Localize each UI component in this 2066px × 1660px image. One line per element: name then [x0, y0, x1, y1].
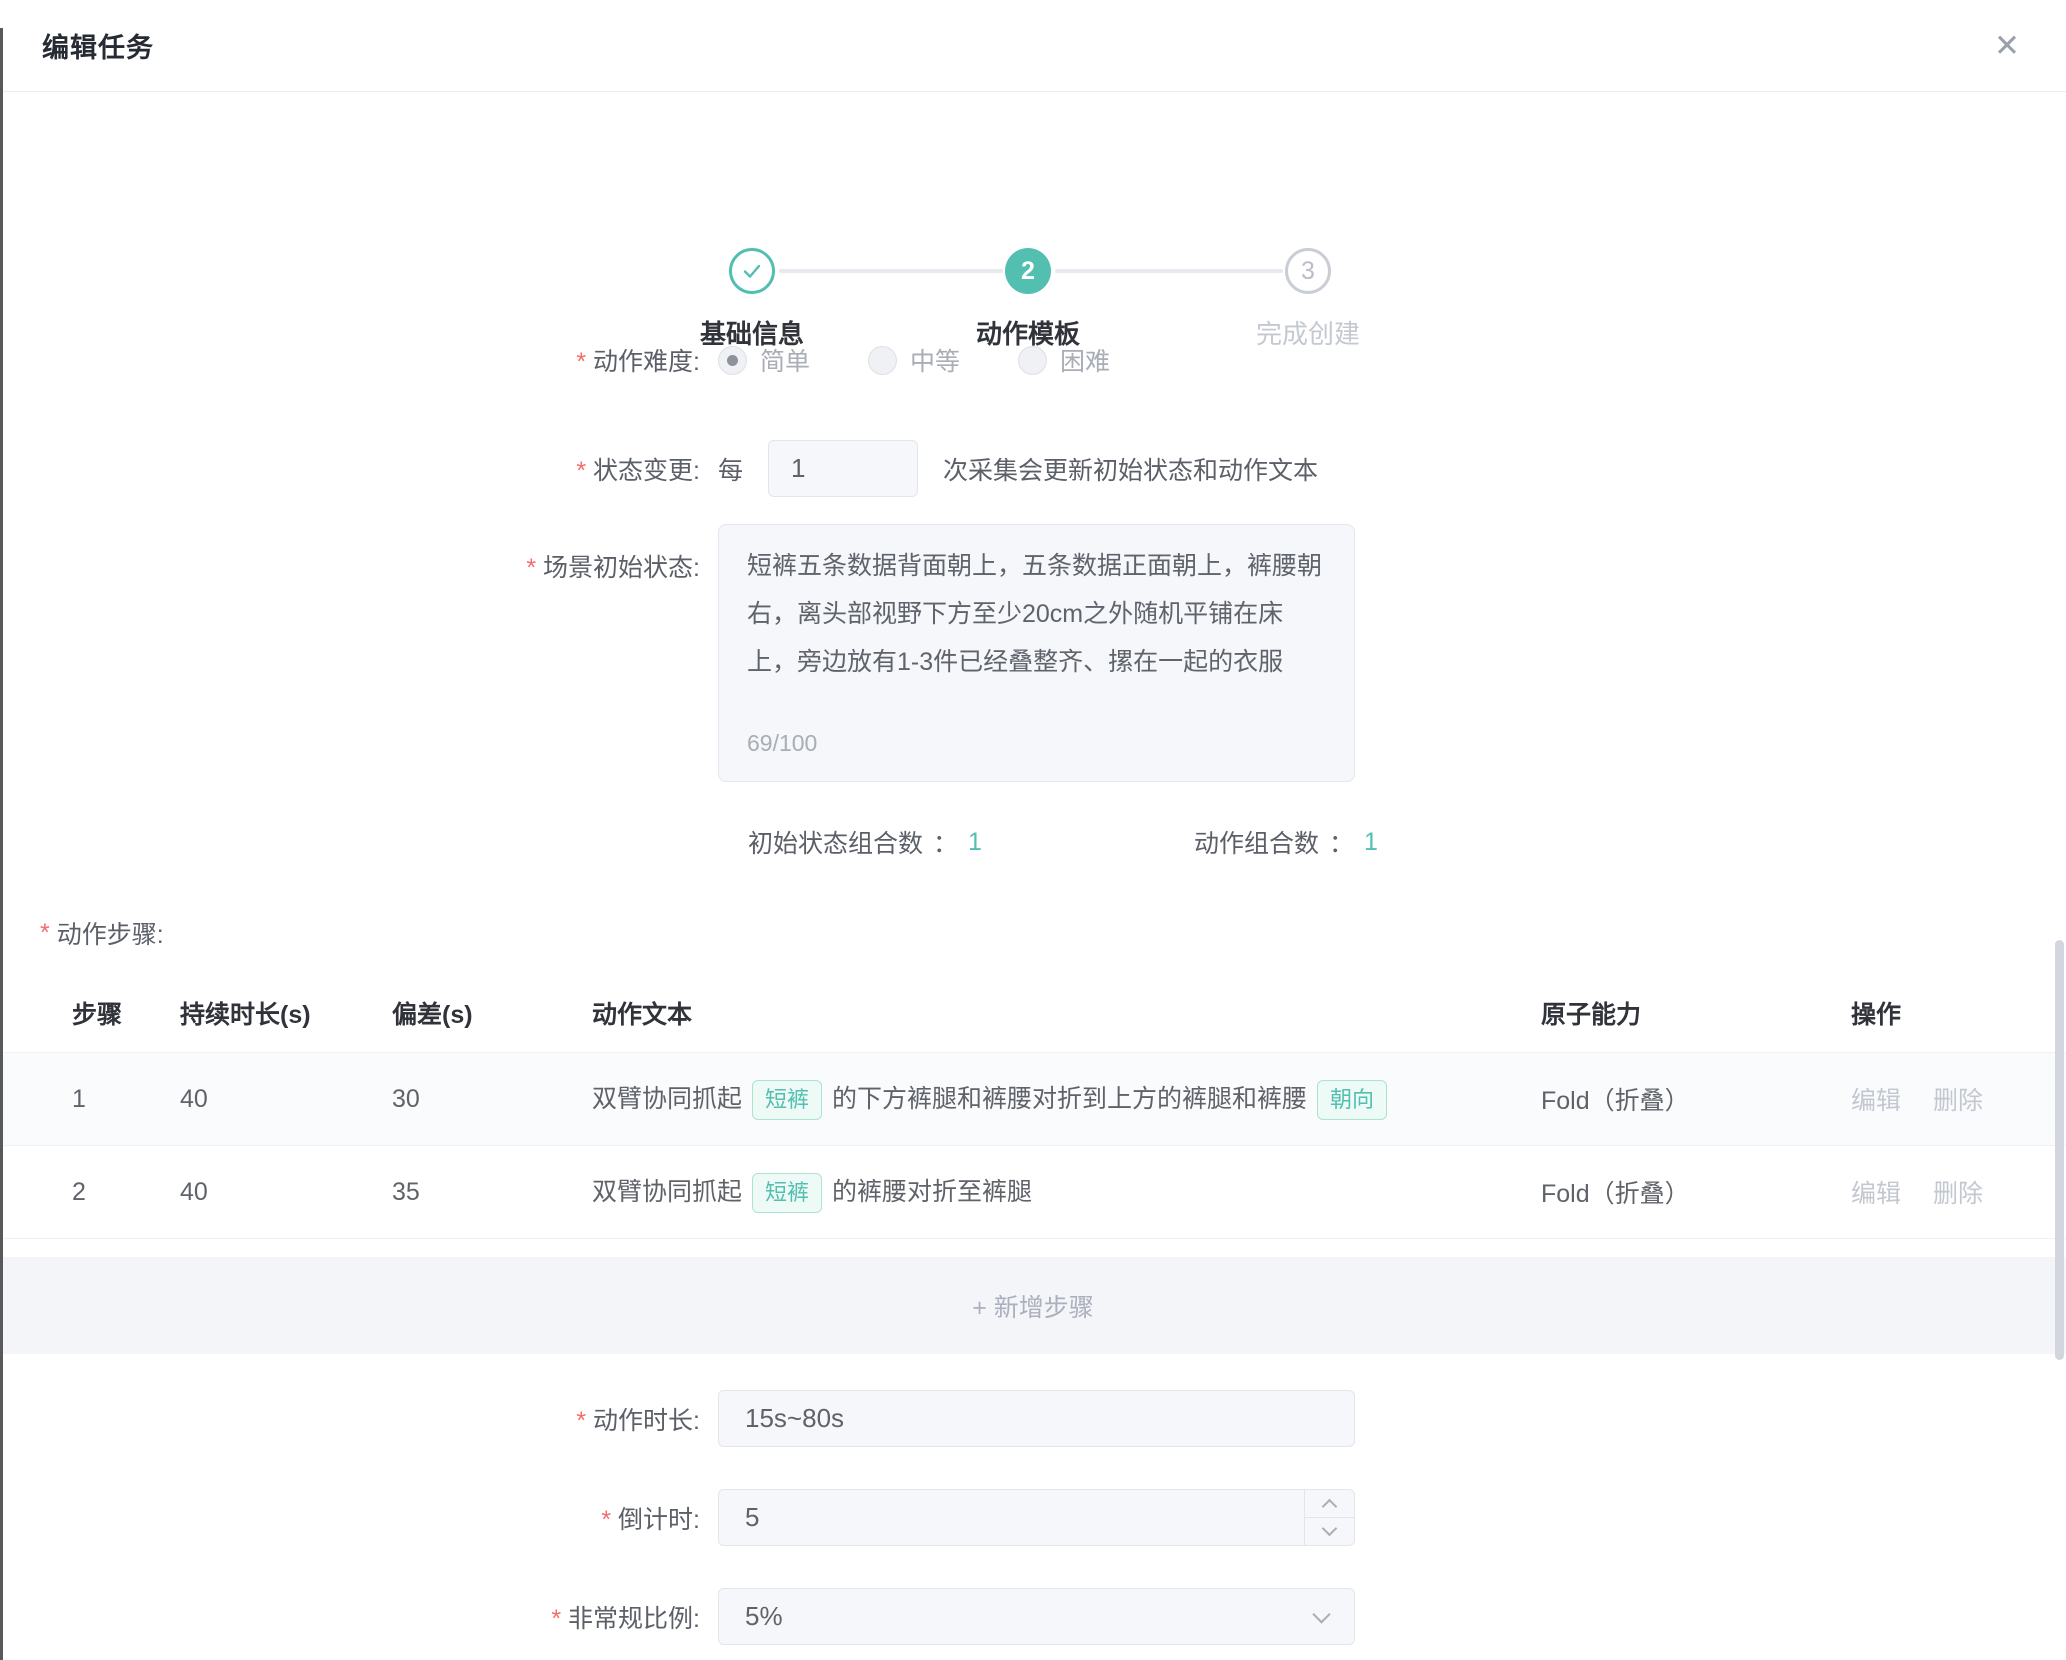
stepper: 2 3 基础信息 动作模板 完成创建: [0, 124, 2066, 264]
col-header-actions: 操作: [1851, 995, 2041, 1031]
decrement-button[interactable]: [1305, 1518, 1354, 1545]
cell-duration: 40: [180, 1178, 392, 1207]
stepper-line-1: [779, 269, 1003, 273]
required-asterisk: *: [526, 554, 536, 582]
initial-combo-value: 1: [968, 828, 982, 857]
action-steps-table: 步骤 持续时长(s) 偏差(s) 动作文本 原子能力 操作 1 40 30 双臂…: [0, 974, 2066, 1354]
state-change-suffix: 次采集会更新初始状态和动作文本: [943, 451, 1318, 487]
col-header-deviation: 偏差(s): [392, 995, 592, 1031]
initial-state-text: 短裤五条数据背面朝上，五条数据正面朝上，裤腰朝右，离头部视野下方至少20cm之外…: [747, 552, 1322, 676]
initial-combo-count: 初始状态组合数 ： 1: [748, 824, 982, 860]
initial-state-textarea[interactable]: 短裤五条数据背面朝上，五条数据正面朝上，裤腰朝右，离头部视野下方至少20cm之外…: [718, 524, 1355, 782]
step-2-indicator: 2: [1005, 248, 1051, 294]
step-label-basic-info: 基础信息: [652, 314, 852, 351]
cell-deviation: 30: [392, 1085, 592, 1114]
radio-icon: [868, 346, 897, 375]
duration-input[interactable]: 15s~80s: [718, 1390, 1355, 1447]
cell-ability: Fold（折叠）: [1541, 1174, 1851, 1210]
unusual-ratio-row: *非常规比例: 5%: [0, 1588, 2066, 1645]
cell-action-text: 双臂协同抓起短裤的下方裤腿和裤腰对折到上方的裤腿和裤腰朝向: [592, 1079, 1541, 1120]
dialog-header: 编辑任务 ✕: [0, 0, 2066, 92]
delete-link[interactable]: 删除: [1933, 1081, 1983, 1117]
required-asterisk: *: [576, 348, 586, 376]
char-counter: 69/100: [747, 719, 817, 767]
window-left-edge: [0, 28, 3, 1660]
countdown-input[interactable]: 5: [718, 1489, 1355, 1546]
state-change-label: *状态变更:: [0, 451, 700, 487]
step-label-action-template: 动作模板: [928, 314, 1128, 351]
close-icon[interactable]: ✕: [1994, 30, 2020, 61]
dialog-title: 编辑任务: [42, 26, 154, 65]
object-tag: 短裤: [752, 1080, 822, 1120]
duration-label: *动作时长:: [0, 1401, 700, 1437]
action-steps-section-label: *动作步骤:: [0, 916, 2066, 950]
cell-duration: 40: [180, 1085, 392, 1114]
col-header-step: 步骤: [72, 995, 180, 1031]
initial-state-label: *场景初始状态:: [0, 524, 700, 584]
cell-ability: Fold（折叠）: [1541, 1081, 1851, 1117]
cell-actions: 编辑 删除: [1851, 1174, 2041, 1210]
delete-link[interactable]: 删除: [1933, 1174, 1983, 1210]
state-change-input[interactable]: 1: [768, 440, 918, 497]
required-asterisk: *: [551, 1605, 561, 1633]
required-asterisk: *: [40, 919, 50, 948]
step-1-check-icon: [729, 248, 775, 294]
chevron-down-icon: [1312, 1605, 1330, 1623]
col-header-text: 动作文本: [592, 995, 1541, 1031]
action-combo-value: 1: [1364, 828, 1378, 857]
initial-state-row: *场景初始状态: 短裤五条数据背面朝上，五条数据正面朝上，裤腰朝右，离头部视野下…: [0, 524, 2066, 782]
required-asterisk: *: [576, 457, 586, 485]
cell-action-text: 双臂协同抓起短裤的裤腰对折至裤腿: [592, 1172, 1541, 1213]
chevron-up-icon: [1322, 1499, 1338, 1515]
edit-link[interactable]: 编辑: [1851, 1081, 1901, 1117]
step-3-indicator: 3: [1285, 248, 1331, 294]
table-row: 1 40 30 双臂协同抓起短裤的下方裤腿和裤腰对折到上方的裤腿和裤腰朝向 Fo…: [0, 1052, 2066, 1146]
required-asterisk: *: [601, 1506, 611, 1534]
object-tag: 短裤: [752, 1173, 822, 1213]
state-change-row: *状态变更: 每 1 次采集会更新初始状态和动作文本: [0, 440, 2066, 497]
combos-row: 初始状态组合数 ： 1 动作组合数 ： 1: [0, 826, 2066, 858]
table-header-row: 步骤 持续时长(s) 偏差(s) 动作文本 原子能力 操作: [0, 974, 2066, 1052]
increment-button[interactable]: [1305, 1490, 1354, 1518]
step-label-finish-create: 完成创建: [1208, 314, 1408, 351]
cell-step: 1: [72, 1085, 180, 1114]
col-header-duration: 持续时长(s): [180, 995, 392, 1031]
stepper-line-2: [1055, 269, 1283, 273]
cell-deviation: 35: [392, 1178, 592, 1207]
countdown-row: *倒计时: 5: [0, 1489, 2066, 1546]
table-row: 2 40 35 双臂协同抓起短裤的裤腰对折至裤腿 Fold（折叠） 编辑 删除: [0, 1146, 2066, 1239]
unusual-ratio-select[interactable]: 5%: [718, 1588, 1355, 1645]
duration-row: *动作时长: 15s~80s: [0, 1390, 2066, 1447]
orientation-tag: 朝向: [1317, 1080, 1387, 1120]
edit-link[interactable]: 编辑: [1851, 1174, 1901, 1210]
difficulty-label: *动作难度:: [0, 342, 700, 378]
chevron-down-icon: [1322, 1521, 1338, 1537]
unusual-ratio-label: *非常规比例:: [0, 1599, 700, 1635]
add-step-button[interactable]: + 新增步骤: [0, 1257, 2066, 1354]
state-change-prefix: 每: [718, 451, 743, 487]
number-stepper: [1304, 1490, 1354, 1545]
countdown-label: *倒计时:: [0, 1500, 700, 1536]
cell-step: 2: [72, 1178, 180, 1207]
edit-task-dialog: { "colors": { "accent": "#53bfb1", "requ…: [0, 0, 2066, 1660]
scrollbar-thumb[interactable]: [2055, 940, 2064, 1360]
action-combo-count: 动作组合数 ： 1: [1194, 824, 1378, 860]
col-header-ability: 原子能力: [1541, 995, 1851, 1031]
cell-actions: 编辑 删除: [1851, 1081, 2041, 1117]
required-asterisk: *: [576, 1407, 586, 1435]
